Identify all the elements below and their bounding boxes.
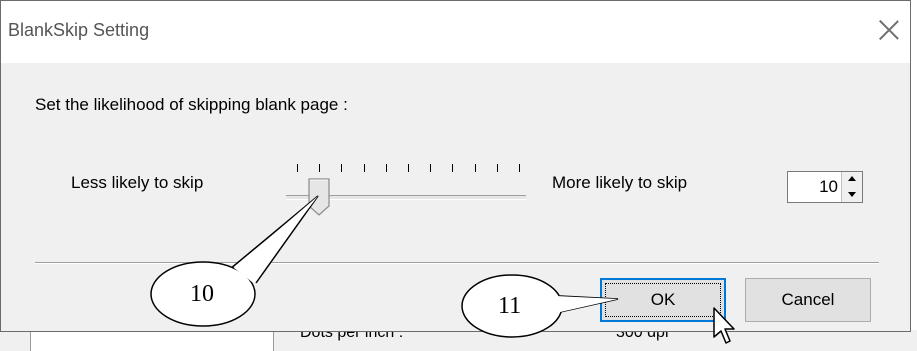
callout-11 bbox=[461, 274, 619, 338]
callout-10-label: 10 bbox=[190, 281, 214, 307]
callout-11-label: 11 bbox=[498, 293, 522, 319]
callout-10 bbox=[150, 195, 319, 327]
annotation-layer bbox=[150, 195, 619, 338]
